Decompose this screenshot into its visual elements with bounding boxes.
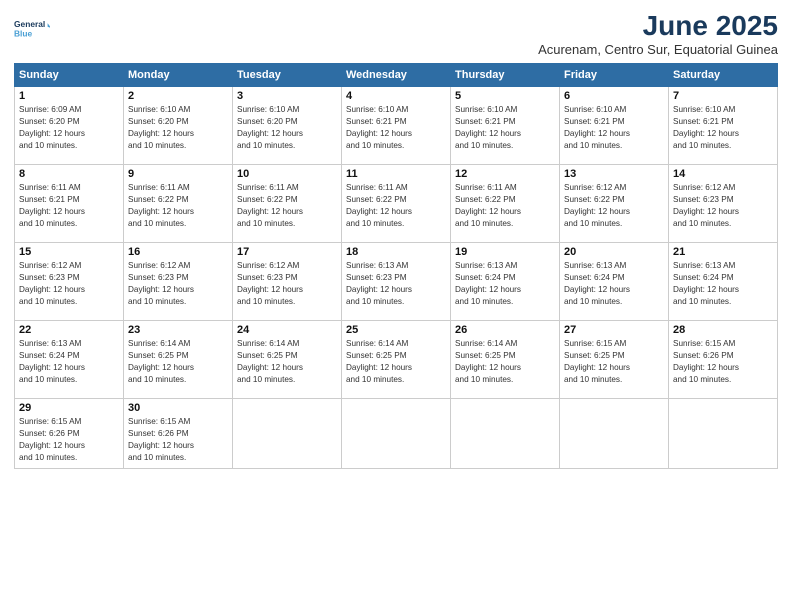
calendar-day-21: 21Sunrise: 6:13 AMSunset: 6:24 PMDayligh… — [669, 243, 778, 321]
month-title: June 2025 — [538, 10, 778, 42]
calendar-header-friday: Friday — [560, 64, 669, 87]
calendar-day-15: 15Sunrise: 6:12 AMSunset: 6:23 PMDayligh… — [15, 243, 124, 321]
calendar-day-empty — [342, 399, 451, 469]
calendar-day-29: 29Sunrise: 6:15 AMSunset: 6:26 PMDayligh… — [15, 399, 124, 469]
calendar-day-26: 26Sunrise: 6:14 AMSunset: 6:25 PMDayligh… — [451, 321, 560, 399]
calendar-header-monday: Monday — [124, 64, 233, 87]
page: General Blue June 2025 Acurenam, Centro … — [0, 0, 792, 612]
calendar-header-wednesday: Wednesday — [342, 64, 451, 87]
svg-text:Blue: Blue — [14, 28, 33, 38]
calendar-day-empty — [560, 399, 669, 469]
calendar-day-9: 9Sunrise: 6:11 AMSunset: 6:22 PMDaylight… — [124, 165, 233, 243]
calendar-day-4: 4Sunrise: 6:10 AMSunset: 6:21 PMDaylight… — [342, 87, 451, 165]
calendar-day-25: 25Sunrise: 6:14 AMSunset: 6:25 PMDayligh… — [342, 321, 451, 399]
calendar-day-3: 3Sunrise: 6:10 AMSunset: 6:20 PMDaylight… — [233, 87, 342, 165]
calendar-day-1: 1Sunrise: 6:09 AMSunset: 6:20 PMDaylight… — [15, 87, 124, 165]
logo: General Blue — [14, 10, 50, 46]
calendar-day-14: 14Sunrise: 6:12 AMSunset: 6:23 PMDayligh… — [669, 165, 778, 243]
calendar-day-8: 8Sunrise: 6:11 AMSunset: 6:21 PMDaylight… — [15, 165, 124, 243]
title-block: June 2025 Acurenam, Centro Sur, Equatori… — [538, 10, 778, 57]
header: General Blue June 2025 Acurenam, Centro … — [14, 10, 778, 57]
calendar-day-empty — [451, 399, 560, 469]
calendar-day-28: 28Sunrise: 6:15 AMSunset: 6:26 PMDayligh… — [669, 321, 778, 399]
calendar-day-10: 10Sunrise: 6:11 AMSunset: 6:22 PMDayligh… — [233, 165, 342, 243]
calendar-day-7: 7Sunrise: 6:10 AMSunset: 6:21 PMDaylight… — [669, 87, 778, 165]
calendar-week-5: 29Sunrise: 6:15 AMSunset: 6:26 PMDayligh… — [15, 399, 778, 469]
calendar-day-empty — [233, 399, 342, 469]
logo-svg: General Blue — [14, 10, 50, 46]
calendar-week-3: 15Sunrise: 6:12 AMSunset: 6:23 PMDayligh… — [15, 243, 778, 321]
calendar-day-empty — [669, 399, 778, 469]
calendar: SundayMondayTuesdayWednesdayThursdayFrid… — [14, 63, 778, 469]
calendar-week-1: 1Sunrise: 6:09 AMSunset: 6:20 PMDaylight… — [15, 87, 778, 165]
calendar-day-20: 20Sunrise: 6:13 AMSunset: 6:24 PMDayligh… — [560, 243, 669, 321]
calendar-day-19: 19Sunrise: 6:13 AMSunset: 6:24 PMDayligh… — [451, 243, 560, 321]
calendar-header-sunday: Sunday — [15, 64, 124, 87]
calendar-day-27: 27Sunrise: 6:15 AMSunset: 6:25 PMDayligh… — [560, 321, 669, 399]
calendar-week-2: 8Sunrise: 6:11 AMSunset: 6:21 PMDaylight… — [15, 165, 778, 243]
calendar-day-16: 16Sunrise: 6:12 AMSunset: 6:23 PMDayligh… — [124, 243, 233, 321]
calendar-day-12: 12Sunrise: 6:11 AMSunset: 6:22 PMDayligh… — [451, 165, 560, 243]
calendar-day-23: 23Sunrise: 6:14 AMSunset: 6:25 PMDayligh… — [124, 321, 233, 399]
subtitle: Acurenam, Centro Sur, Equatorial Guinea — [538, 42, 778, 57]
calendar-header-saturday: Saturday — [669, 64, 778, 87]
calendar-day-18: 18Sunrise: 6:13 AMSunset: 6:23 PMDayligh… — [342, 243, 451, 321]
calendar-day-22: 22Sunrise: 6:13 AMSunset: 6:24 PMDayligh… — [15, 321, 124, 399]
calendar-header-tuesday: Tuesday — [233, 64, 342, 87]
calendar-day-24: 24Sunrise: 6:14 AMSunset: 6:25 PMDayligh… — [233, 321, 342, 399]
calendar-header-thursday: Thursday — [451, 64, 560, 87]
calendar-day-13: 13Sunrise: 6:12 AMSunset: 6:22 PMDayligh… — [560, 165, 669, 243]
calendar-day-17: 17Sunrise: 6:12 AMSunset: 6:23 PMDayligh… — [233, 243, 342, 321]
calendar-header-row: SundayMondayTuesdayWednesdayThursdayFrid… — [15, 64, 778, 87]
calendar-day-30: 30Sunrise: 6:15 AMSunset: 6:26 PMDayligh… — [124, 399, 233, 469]
calendar-day-5: 5Sunrise: 6:10 AMSunset: 6:21 PMDaylight… — [451, 87, 560, 165]
svg-text:General: General — [14, 19, 45, 29]
calendar-day-2: 2Sunrise: 6:10 AMSunset: 6:20 PMDaylight… — [124, 87, 233, 165]
calendar-week-4: 22Sunrise: 6:13 AMSunset: 6:24 PMDayligh… — [15, 321, 778, 399]
calendar-day-11: 11Sunrise: 6:11 AMSunset: 6:22 PMDayligh… — [342, 165, 451, 243]
calendar-day-6: 6Sunrise: 6:10 AMSunset: 6:21 PMDaylight… — [560, 87, 669, 165]
